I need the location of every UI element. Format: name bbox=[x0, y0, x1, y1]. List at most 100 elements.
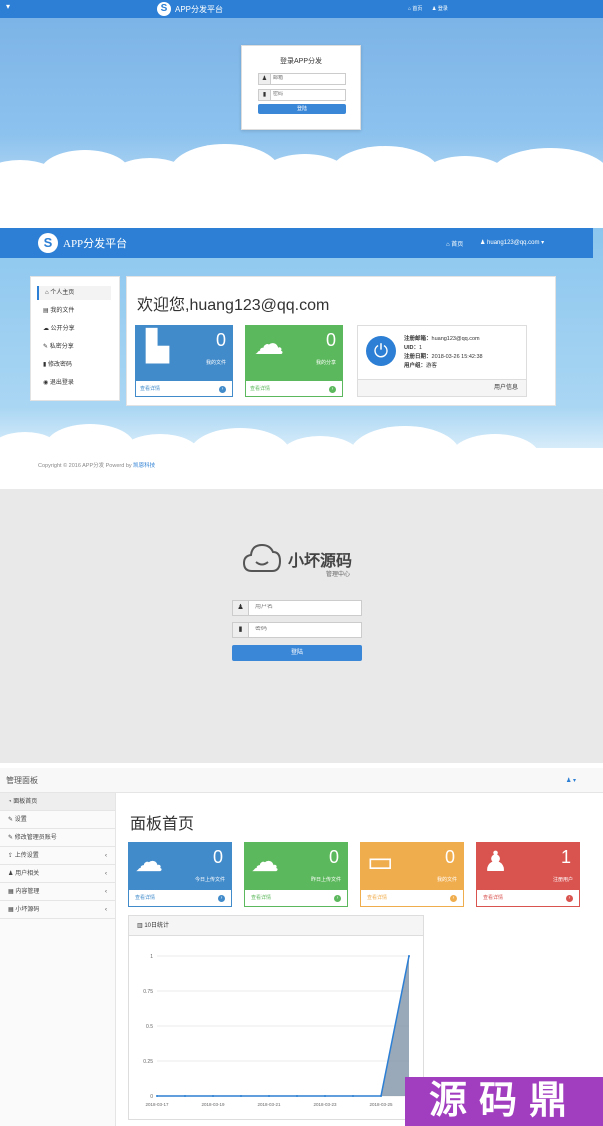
sidebar-item-files[interactable]: ▤ 我的文件 bbox=[37, 304, 111, 318]
dashboard-icon: ◔ bbox=[8, 799, 12, 805]
sidebar-item-change-password[interactable]: ▮ 修改密码 bbox=[37, 358, 111, 372]
username-input[interactable] bbox=[255, 604, 332, 610]
sidebar-item-label: 公开分享 bbox=[50, 326, 75, 332]
brand[interactable]: S APP分发平台 bbox=[38, 233, 127, 253]
watermark-logo: 源码鼎 bbox=[405, 1077, 603, 1126]
arrow-circle-icon: › bbox=[334, 895, 341, 902]
sidebar-item-admin-account[interactable]: ✎ 修改管理员账号 bbox=[0, 829, 115, 847]
email-field[interactable]: ♟ bbox=[258, 73, 346, 85]
sidebar-item-upload-settings[interactable]: ⇪ 上传设置 ‹ bbox=[0, 847, 115, 865]
sidebar-item-logout[interactable]: ◉ 退出登录 bbox=[37, 376, 111, 390]
data-point bbox=[408, 955, 410, 957]
chevron-left-icon: ‹ bbox=[105, 871, 107, 877]
my-files-tile[interactable]: ▙ 0 我的文件 查看详情 › bbox=[135, 325, 233, 397]
sidebar-item-label: 我的文件 bbox=[50, 308, 75, 314]
view-details-link[interactable]: 查看详情 bbox=[251, 895, 271, 901]
nav-login-label: 登录 bbox=[437, 6, 448, 12]
nav-home-label: 首页 bbox=[451, 242, 464, 248]
tile-count: 0 bbox=[325, 330, 336, 350]
user-info-card: ⏻ 注册邮箱：huang123@qq.com UID：1 注册日期：2018-0… bbox=[357, 325, 527, 397]
sidebar-item-users[interactable]: ♟ 用户相关 ‹ bbox=[0, 865, 115, 883]
arrow-circle-icon: › bbox=[450, 895, 457, 902]
date-label: 注册日期： bbox=[404, 354, 432, 360]
tile-footer[interactable]: 查看详情 › bbox=[361, 890, 463, 906]
x-tick-label: 2018-03-25 bbox=[369, 1102, 393, 1107]
login-button[interactable]: 登陆 bbox=[232, 645, 362, 661]
data-point bbox=[352, 1095, 354, 1097]
nav-home-label: 首页 bbox=[412, 6, 423, 12]
users-icon: ♟ bbox=[483, 846, 509, 877]
email-label: 注册邮箱： bbox=[404, 336, 432, 342]
uid-value: 1 bbox=[418, 345, 423, 351]
sidebar-item-home[interactable]: ⌂ 个人主页 bbox=[37, 286, 111, 300]
user-dashboard: S APP分发平台 ⌂ 首页 ♟ huang123@qq.com ▾ ⌂ 个人主… bbox=[0, 228, 603, 484]
admin-navbar: 管理面板 ♟ ▾ bbox=[0, 768, 603, 793]
email-input[interactable] bbox=[273, 75, 325, 81]
tile-label: 我的文件 bbox=[205, 360, 226, 366]
view-details-link[interactable]: 查看详情 bbox=[140, 386, 160, 392]
brand-name: APP分发平台 bbox=[63, 238, 128, 250]
tile-footer[interactable]: 查看详情 › bbox=[246, 382, 342, 396]
admin-title[interactable]: 管理面板 bbox=[6, 775, 38, 786]
yesterday-upload-tile[interactable]: ☁ 0 昨日上传文件 查看详情 › bbox=[244, 842, 348, 907]
user-menu[interactable]: ♟ ▾ bbox=[566, 777, 576, 784]
sidebar-item-settings[interactable]: ✎ 设置 bbox=[0, 811, 115, 829]
nav-user-menu[interactable]: ♟ huang123@qq.com ▾ bbox=[480, 239, 544, 246]
tile-footer[interactable]: 查看详情 › bbox=[477, 890, 579, 906]
nav-login[interactable]: ♟ 登录 bbox=[432, 5, 448, 12]
password-input[interactable] bbox=[273, 91, 325, 97]
sidebar-item-public-share[interactable]: ☁ 公开分享 bbox=[37, 322, 111, 336]
y-tick-label: 0.5 bbox=[146, 1024, 153, 1030]
sidebar-item-content[interactable]: ▦ 内容管理 ‹ bbox=[0, 883, 115, 901]
tile-footer[interactable]: 查看详情 › bbox=[245, 890, 347, 906]
tile-count: 1 bbox=[560, 847, 571, 867]
view-details-link[interactable]: 查看详情 bbox=[483, 895, 503, 901]
user-icon: ♟ bbox=[259, 74, 271, 84]
registered-users-tile[interactable]: ♟ 1 注册用户 查看详情 › bbox=[476, 842, 580, 907]
cloud-logo-icon bbox=[242, 541, 282, 575]
data-point bbox=[324, 1095, 326, 1097]
password-input[interactable] bbox=[255, 626, 332, 632]
login-box: 登录APP分发 ♟ ▮ 登陆 bbox=[241, 45, 361, 130]
password-field[interactable]: ▮ bbox=[232, 622, 362, 638]
username-field[interactable]: ♟ bbox=[232, 600, 362, 616]
password-field[interactable]: ▮ bbox=[258, 89, 346, 101]
logo-icon: S bbox=[157, 2, 171, 16]
nav-home[interactable]: ⌂ 首页 bbox=[446, 239, 463, 248]
my-shares-tile[interactable]: ☁ 0 我的分享 查看详情 › bbox=[245, 325, 343, 397]
tile-count: 0 bbox=[212, 847, 223, 867]
y-tick-label: 1 bbox=[150, 954, 153, 960]
cloud-upload-icon: ☁ bbox=[251, 846, 279, 877]
x-tick-label: 2018-03-21 bbox=[257, 1102, 281, 1107]
view-details-link[interactable]: 查看详情 bbox=[135, 895, 155, 901]
sidebar-item-private-share[interactable]: ✎ 私密分享 bbox=[37, 340, 111, 354]
login-button[interactable]: 登陆 bbox=[258, 104, 346, 114]
tile-footer[interactable]: 查看详情 › bbox=[129, 890, 231, 906]
sidebar-item-dashboard[interactable]: ◔ 面板首页 bbox=[0, 793, 115, 811]
cloud-background bbox=[0, 140, 603, 224]
nav-home[interactable]: ⌂ 首页 bbox=[408, 5, 422, 12]
sidebar-item-label: 上传设置 bbox=[14, 853, 39, 859]
arrow-circle-icon: › bbox=[566, 895, 573, 902]
menu-icon[interactable]: ▾ bbox=[6, 2, 10, 11]
view-details-link[interactable]: 查看详情 bbox=[367, 895, 387, 901]
today-upload-tile[interactable]: ☁ 0 今日上传文件 查看详情 › bbox=[128, 842, 232, 907]
user-icon: ♟ bbox=[8, 871, 14, 877]
upload-icon: ⇪ bbox=[8, 853, 14, 859]
data-point bbox=[240, 1095, 242, 1097]
sidebar-item-label: 面板首页 bbox=[13, 799, 38, 805]
tile-label: 我的文件 bbox=[436, 877, 457, 883]
x-tick-label: 2018-03-23 bbox=[313, 1102, 337, 1107]
copyright-link[interactable]: 凯恩科技 bbox=[133, 463, 155, 469]
brand[interactable]: S APP分发平台 bbox=[157, 2, 223, 16]
view-details-link[interactable]: 查看详情 bbox=[250, 386, 270, 392]
chart-title: 10日统计 bbox=[144, 923, 170, 929]
welcome-heading: 欢迎您,huang123@qq.com bbox=[137, 297, 330, 314]
page-heading: 面板首页 bbox=[130, 816, 195, 833]
sidebar-item-xiaohuai[interactable]: ▦ 小坏源码 ‹ bbox=[0, 901, 115, 919]
my-files-tile[interactable]: ▭ 0 我的文件 查看详情 › bbox=[360, 842, 464, 907]
tile-footer[interactable]: 查看详情 › bbox=[136, 382, 232, 396]
lock-icon: ▮ bbox=[43, 362, 47, 368]
y-tick-label: 0.75 bbox=[143, 989, 153, 995]
x-tick-label: 2018-03-19 bbox=[201, 1102, 225, 1107]
